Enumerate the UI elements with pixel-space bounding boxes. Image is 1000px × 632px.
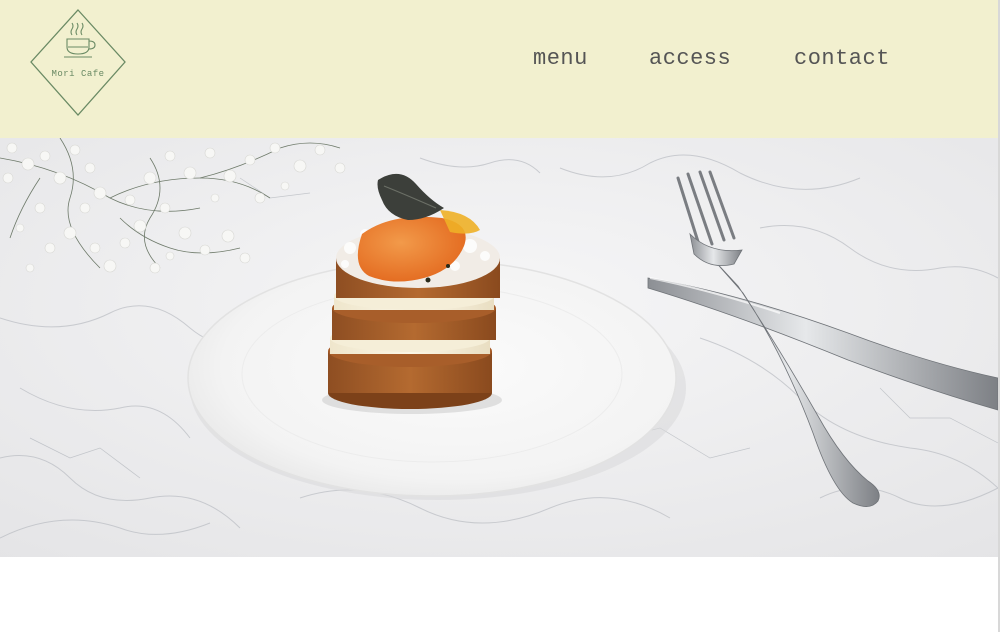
nav-item-menu[interactable]: menu: [533, 46, 588, 71]
nav-item-access[interactable]: access: [649, 46, 731, 71]
site-header: Mori Cafe menu access contact: [0, 0, 998, 138]
nav-item-contact[interactable]: contact: [794, 46, 890, 71]
main-nav: menu access contact: [0, 46, 998, 76]
hero-image: [0, 138, 998, 557]
